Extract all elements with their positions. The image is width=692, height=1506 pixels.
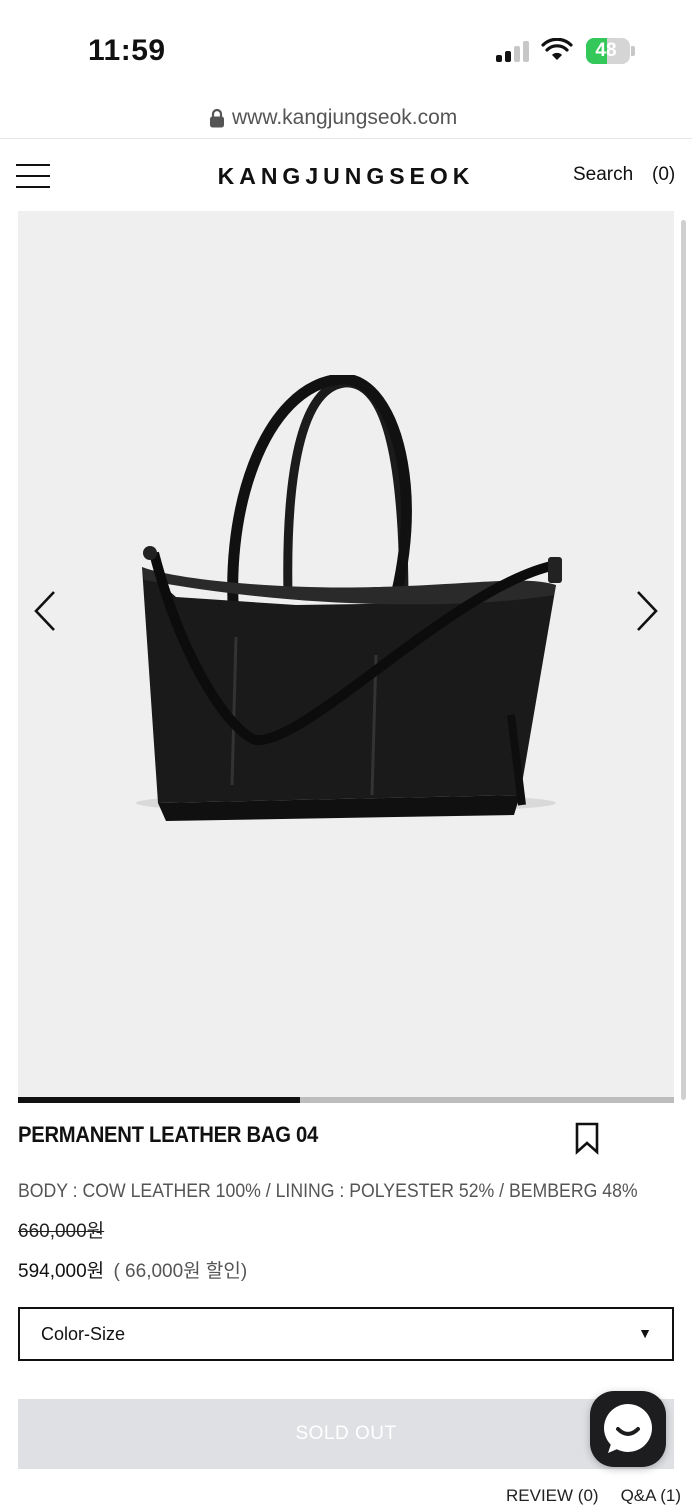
battery-icon: 48 bbox=[586, 38, 630, 64]
discount-amount: ( 66,000원 할인) bbox=[113, 1261, 248, 1282]
original-price: 660,000원 bbox=[18, 1221, 105, 1242]
select-label: Color-Size bbox=[41, 1324, 126, 1344]
battery-percentage: 48 bbox=[595, 40, 617, 61]
product-title: PERMANENT LEATHER BAG 04 bbox=[18, 1122, 319, 1147]
signal-icon bbox=[496, 40, 532, 62]
url-text[interactable]: www.kangjungseok.com bbox=[232, 106, 457, 130]
tab-review[interactable]: REVIEW (0) bbox=[506, 1486, 599, 1505]
status-bar: 11:59 48 bbox=[0, 0, 692, 100]
wifi-icon bbox=[541, 38, 573, 60]
status-time: 11:59 bbox=[88, 34, 166, 67]
arrow-left-icon[interactable] bbox=[26, 586, 66, 636]
bookmark-icon[interactable] bbox=[574, 1122, 600, 1155]
lock-icon bbox=[210, 108, 224, 128]
cart-link[interactable]: (0) bbox=[652, 164, 675, 186]
price-row: 594,000원 ( 66,000원 할인) bbox=[18, 1256, 247, 1283]
site-header: KANGJUNGSEOK Search (0) bbox=[0, 139, 692, 211]
chat-button[interactable] bbox=[590, 1391, 666, 1467]
gallery-progress-fill bbox=[18, 1097, 301, 1103]
sale-price: 594,000원 bbox=[18, 1261, 105, 1282]
product-material: BODY : COW LEATHER 100% / LINING : POLYE… bbox=[18, 1181, 638, 1202]
sold-out-button[interactable]: SOLD OUT bbox=[18, 1399, 674, 1469]
url-bar[interactable]: www.kangjungseok.com bbox=[0, 100, 692, 139]
color-size-select[interactable]: Color-Size ▼ bbox=[18, 1307, 674, 1361]
tab-qna[interactable]: Q&A (1) bbox=[621, 1486, 681, 1505]
product-tabs: REVIEW (0) Q&A (1) bbox=[506, 1486, 692, 1506]
arrow-right-icon[interactable] bbox=[626, 586, 666, 636]
battery-cap bbox=[631, 46, 635, 56]
page-scrollbar[interactable] bbox=[681, 220, 686, 1100]
product-image bbox=[136, 375, 562, 821]
chat-icon bbox=[604, 1404, 652, 1453]
gallery-progress bbox=[18, 1097, 674, 1103]
search-link[interactable]: Search bbox=[573, 164, 633, 186]
chevron-down-icon: ▼ bbox=[638, 1325, 652, 1341]
